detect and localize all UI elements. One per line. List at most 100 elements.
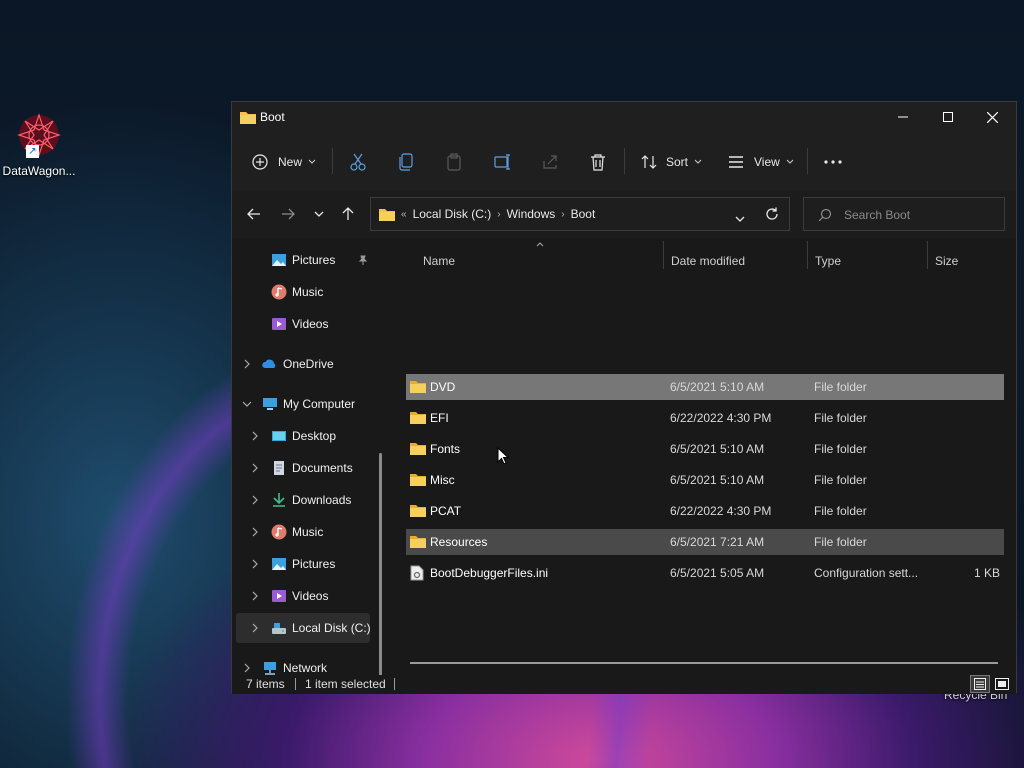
table-row[interactable]: DVD 6/5/2021 5:10 AM File folder	[406, 374, 1004, 400]
forward-button[interactable]	[277, 204, 299, 224]
downloads-icon	[273, 493, 285, 507]
refresh-button[interactable]	[765, 207, 779, 224]
search-placeholder: Search Boot	[844, 208, 911, 222]
table-row[interactable]: Resources 6/5/2021 7:21 AM File folder	[406, 529, 1004, 555]
breadcrumb-overflow[interactable]: «	[401, 209, 407, 220]
up-button[interactable]	[337, 204, 359, 224]
file-name: EFI	[430, 411, 449, 425]
sidebar-item-my-computer[interactable]: My Computer	[232, 389, 380, 419]
column-header-date[interactable]: Date modified	[671, 254, 745, 274]
chevron-right-icon[interactable]	[249, 526, 261, 538]
sidebar-item-label: My Computer	[283, 397, 356, 411]
chevron-right-icon[interactable]	[249, 622, 261, 634]
table-row[interactable]: Misc 6/5/2021 5:10 AM File folder	[406, 467, 1004, 493]
sort-button[interactable]: Sort	[640, 150, 702, 174]
folder-icon	[410, 443, 426, 455]
tiles-view-button[interactable]	[992, 675, 1012, 693]
file-name: Resources	[430, 535, 488, 549]
recent-locations-button[interactable]	[308, 204, 330, 224]
rename-button[interactable]	[494, 150, 512, 174]
copy-button[interactable]	[398, 150, 414, 174]
copy-icon	[399, 153, 413, 171]
chevron-right-icon[interactable]	[241, 358, 253, 370]
sidebar-item-network[interactable]: Network	[232, 653, 380, 675]
new-label: New	[278, 155, 303, 169]
sidebar-item-local-disk[interactable]: Local Disk (C:)	[236, 613, 371, 643]
chevron-right-icon[interactable]	[241, 662, 253, 674]
sidebar-item-label: Videos	[292, 589, 329, 603]
chevron-right-icon[interactable]	[249, 590, 261, 602]
sidebar-item-onedrive[interactable]: OneDrive	[232, 349, 380, 379]
column-divider[interactable]	[807, 241, 808, 269]
folder-icon	[410, 505, 426, 517]
selection-count: 1 item selected	[305, 677, 386, 691]
settings-file-icon	[410, 565, 424, 581]
chevron-right-icon[interactable]	[249, 494, 261, 506]
table-row[interactable]: Fonts 6/5/2021 5:10 AM File folder	[406, 436, 1004, 462]
table-row[interactable]: PCAT 6/22/2022 4:30 PM File folder	[406, 498, 1004, 524]
sidebar-item-music-quick[interactable]: Music	[232, 277, 380, 307]
more-options-button[interactable]	[824, 150, 842, 174]
chevron-right-icon[interactable]	[249, 430, 261, 442]
sidebar-item-desktop[interactable]: Desktop	[232, 421, 380, 451]
column-header-type[interactable]: Type	[815, 254, 841, 274]
back-button[interactable]	[243, 204, 265, 224]
sidebar-scrollbar[interactable]	[379, 453, 382, 675]
column-header-size[interactable]: Size	[935, 254, 958, 274]
toolbar-divider	[807, 148, 808, 174]
search-icon	[818, 208, 832, 222]
address-bar[interactable]: « Local Disk (C:) › Windows › Boot	[370, 197, 790, 231]
file-date-modified: 6/22/2022 4:30 PM	[670, 504, 772, 518]
chevron-down-icon	[308, 159, 316, 164]
chevron-down-icon[interactable]	[241, 398, 253, 410]
sidebar-item-videos-quick[interactable]: Videos	[232, 309, 380, 339]
details-view-icon	[974, 678, 986, 690]
breadcrumb-boot[interactable]: Boot	[571, 207, 596, 221]
view-button[interactable]: View	[728, 150, 794, 174]
arrow-right-icon	[282, 208, 295, 220]
navigation-pane: Pictures Music Videos OneDrive My Comput…	[232, 238, 390, 675]
file-date-modified: 6/5/2021 7:21 AM	[670, 535, 765, 549]
folder-icon	[379, 209, 395, 221]
datawagon-logo-icon: ↗	[16, 112, 62, 158]
sidebar-item-videos[interactable]: Videos	[232, 581, 380, 611]
pin-icon[interactable]	[358, 255, 368, 265]
close-button[interactable]	[970, 102, 1015, 132]
chevron-right-icon[interactable]	[249, 558, 261, 570]
column-divider[interactable]	[927, 241, 928, 269]
chevron-down-icon	[694, 159, 702, 164]
file-date-modified: 6/5/2021 5:10 AM	[670, 380, 765, 394]
search-box[interactable]: Search Boot	[803, 197, 1005, 231]
sidebar-item-pictures[interactable]: Pictures	[232, 549, 380, 579]
title-bar[interactable]: Boot	[232, 102, 1016, 132]
new-button[interactable]: New	[252, 150, 316, 174]
breadcrumb-windows[interactable]: Windows	[507, 207, 556, 221]
maximize-button[interactable]	[925, 102, 970, 132]
share-button[interactable]	[542, 150, 558, 174]
folder-icon	[410, 536, 426, 548]
view-label: View	[754, 155, 780, 169]
address-dropdown-button[interactable]	[735, 211, 745, 225]
sidebar-item-documents[interactable]: Documents	[232, 453, 380, 483]
desktop-shortcut-datawagon[interactable]: ↗ DataWagon...	[2, 112, 76, 178]
breadcrumb-local-disk[interactable]: Local Disk (C:)	[413, 207, 492, 221]
column-header-name[interactable]: Name	[423, 254, 455, 274]
minimize-button[interactable]	[880, 102, 925, 132]
details-view-button[interactable]	[970, 675, 990, 693]
table-row[interactable]: BootDebuggerFiles.ini 6/5/2021 5:05 AM Con…	[406, 560, 1004, 586]
sort-label: Sort	[666, 155, 689, 169]
chevron-right-icon[interactable]	[249, 462, 261, 474]
sidebar-item-label: Music	[292, 525, 324, 539]
folder-icon	[410, 381, 426, 393]
sidebar-item-music[interactable]: Music	[232, 517, 380, 547]
file-type: File folder	[814, 411, 867, 425]
horizontal-scrollbar[interactable]	[410, 662, 998, 664]
sidebar-item-downloads[interactable]: Downloads	[232, 485, 380, 515]
sidebar-item-pictures-quick[interactable]: Pictures	[232, 245, 380, 275]
paste-button[interactable]	[446, 150, 462, 174]
cut-button[interactable]	[350, 150, 366, 174]
table-row[interactable]: EFI 6/22/2022 4:30 PM File folder	[406, 405, 1004, 431]
column-divider[interactable]	[663, 241, 664, 269]
delete-button[interactable]	[590, 150, 606, 174]
view-list-icon	[729, 156, 743, 168]
